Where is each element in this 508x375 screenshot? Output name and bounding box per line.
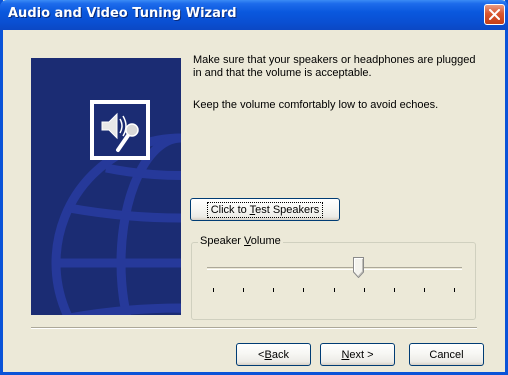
next-button[interactable]: Next > <box>320 343 395 366</box>
test-speakers-button[interactable]: Click to Test Speakers <box>190 198 340 221</box>
panel-icon-frame <box>90 100 150 160</box>
volume-tick <box>334 288 335 292</box>
volume-tick <box>243 288 244 292</box>
volume-tick <box>454 288 455 292</box>
volume-hint-text: Keep the volume comfortably low to avoid… <box>193 99 439 111</box>
title-bar[interactable]: Audio and Video Tuning Wizard <box>0 0 508 30</box>
window-title: Audio and Video Tuning Wizard <box>8 6 237 21</box>
globe-watermark <box>51 133 181 315</box>
wizard-side-panel <box>31 58 181 315</box>
wizard-body: Make sure that your speakers or headphon… <box>3 30 505 372</box>
speaker-volume-group: Speaker Volume <box>191 235 476 320</box>
volume-slider-thumb[interactable] <box>353 257 364 278</box>
volume-tick <box>424 288 425 292</box>
test-speakers-label: Click to Test Speakers <box>206 201 324 218</box>
volume-tick <box>213 288 214 292</box>
close-icon <box>489 9 500 20</box>
volume-tick <box>394 288 395 292</box>
speaker-microphone-icon <box>101 112 139 152</box>
close-button[interactable] <box>484 4 505 25</box>
volume-slider-track[interactable] <box>207 267 462 270</box>
volume-tick <box>303 288 304 292</box>
back-button[interactable]: < Back <box>236 343 311 366</box>
cancel-button[interactable]: Cancel <box>409 343 484 366</box>
volume-tick <box>273 288 274 292</box>
speaker-volume-label: Speaker Volume <box>198 235 283 247</box>
volume-tick <box>364 288 365 292</box>
wizard-window: Audio and Video Tuning Wizard Make sure … <box>0 0 508 375</box>
footer-separator <box>31 327 477 329</box>
instructions-text: Make sure that your speakers or headphon… <box>193 54 476 79</box>
